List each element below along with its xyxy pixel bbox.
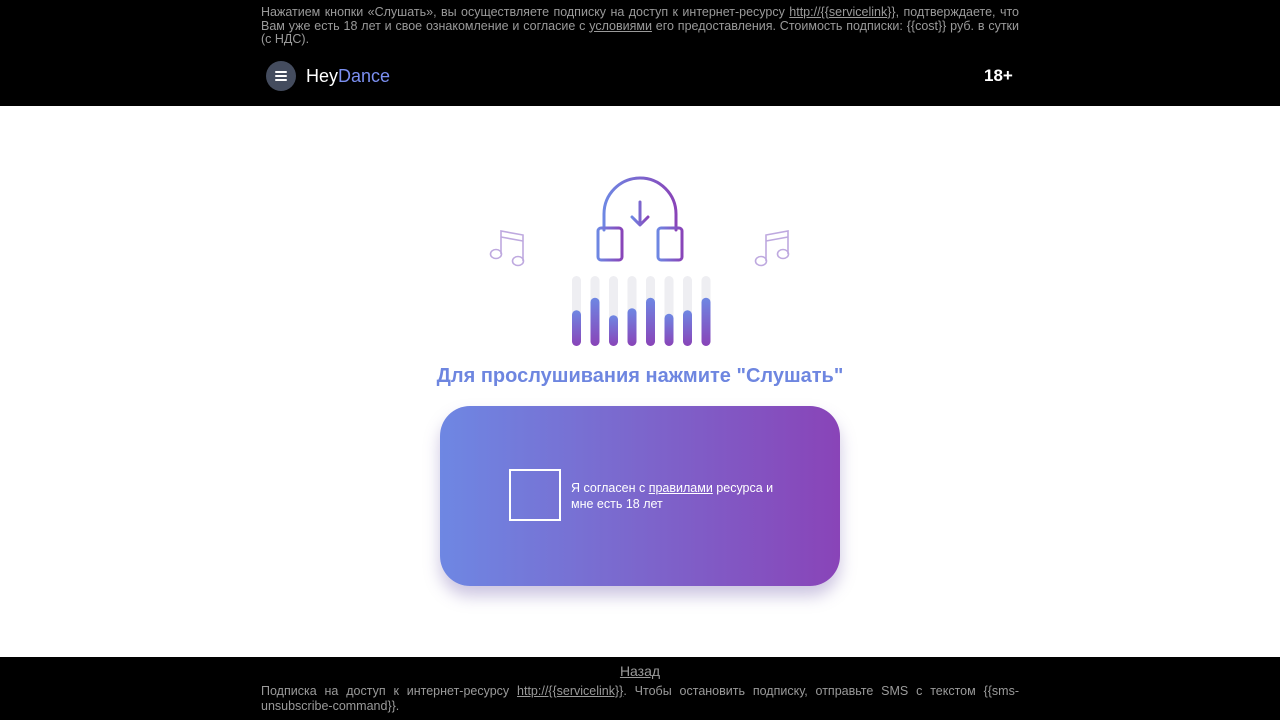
terms-link[interactable]: условиями xyxy=(589,19,652,33)
equalizer-bar xyxy=(590,297,600,346)
equalizer-bar xyxy=(664,313,674,346)
agree-text-before: Я согласен с xyxy=(571,481,649,495)
listen-button[interactable]: Я согласен с правилами ресурса и мне ест… xyxy=(440,406,840,586)
equalizer-bar xyxy=(572,310,581,346)
equalizer-bar xyxy=(646,297,655,346)
music-note-icon xyxy=(754,230,790,267)
music-illustration xyxy=(480,172,800,354)
agree-label: Я согласен с правилами ресурса и мне ест… xyxy=(571,480,791,512)
footer: Назад Подписка на доступ к интернет-ресу… xyxy=(0,657,1280,720)
equalizer-icon xyxy=(572,276,711,346)
hamburger-menu-icon xyxy=(275,71,287,81)
agree-checkbox[interactable] xyxy=(509,469,561,521)
rules-link[interactable]: правилами xyxy=(649,481,713,495)
service-link[interactable]: http://{{servicelink}} xyxy=(789,5,895,19)
equalizer-bar xyxy=(627,308,637,346)
header: Нажатием кнопки «Слушать», вы осуществля… xyxy=(0,0,1280,106)
disclaimer-text-1: Нажатием кнопки «Слушать», вы осуществля… xyxy=(261,5,790,19)
equalizer-bar xyxy=(609,315,618,346)
headphones-download-icon xyxy=(596,176,684,262)
logo[interactable]: HeyDance xyxy=(306,64,390,88)
listen-instruction: Для прослушивания нажмите "Слушать" xyxy=(436,365,844,387)
back-link[interactable]: Назад xyxy=(620,663,660,679)
equalizer-bar xyxy=(701,297,711,346)
logo-part-dance: Dance xyxy=(338,66,391,86)
footer-service-link[interactable]: http://{{servicelink}} xyxy=(517,684,623,698)
back-link-container: Назад xyxy=(0,663,1280,679)
menu-button[interactable] xyxy=(266,61,296,91)
footer-subscription-text: Подписка на доступ к интернет-ресурсу ht… xyxy=(261,684,1019,714)
age-rating-badge: 18+ xyxy=(984,66,1013,85)
footer-text-1: Подписка на доступ к интернет-ресурсу xyxy=(261,684,518,698)
logo-part-hey: Hey xyxy=(306,66,339,86)
music-note-icon xyxy=(489,230,525,267)
subscription-disclaimer: Нажатием кнопки «Слушать», вы осуществля… xyxy=(261,5,1019,47)
equalizer-bar xyxy=(683,310,692,346)
